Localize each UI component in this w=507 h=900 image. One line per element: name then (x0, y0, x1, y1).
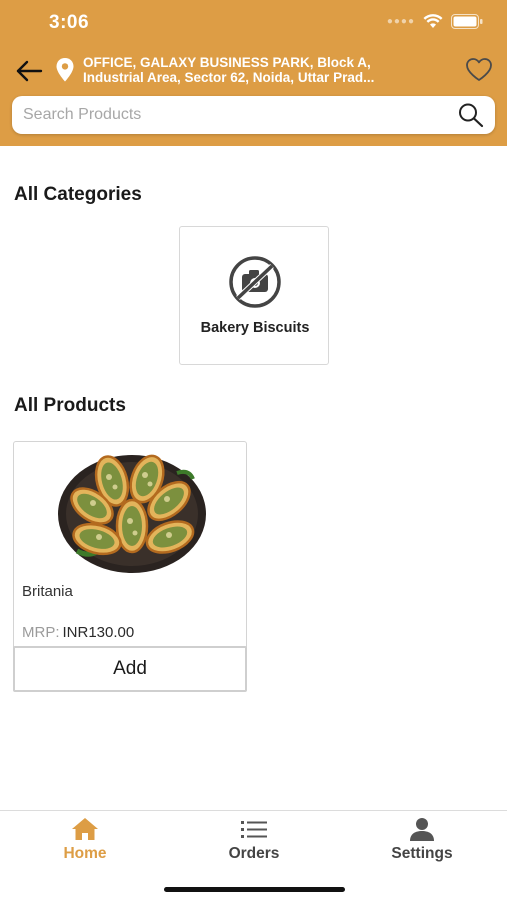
products-title: All Products (14, 395, 126, 416)
category-label: Bakery Biscuits (200, 320, 310, 336)
header: 3:06 ●●●● OFFICE, GALAXY BUSINESS PARK, … (0, 0, 507, 146)
mrp-label: MRP: (22, 624, 60, 641)
nav-home[interactable]: Home (25, 817, 145, 873)
garlic-bread-image (58, 454, 206, 573)
nav-settings[interactable]: Settings (362, 817, 482, 873)
add-to-cart-button[interactable]: Add (13, 646, 247, 692)
heart-icon[interactable] (465, 57, 493, 83)
address-line-1: OFFICE, GALAXY BUSINESS PARK, Block A, (83, 55, 371, 70)
no-photo-icon (229, 256, 281, 308)
address-row[interactable]: OFFICE, GALAXY BUSINESS PARK, Block A, I… (0, 50, 507, 94)
product-price: INR130.00 (62, 624, 135, 641)
location-pin-icon (56, 58, 74, 82)
categories-title: All Categories (14, 184, 142, 205)
search-bar[interactable] (12, 96, 495, 134)
bottom-nav: Home Orders Settings (0, 810, 507, 900)
back-arrow-icon[interactable] (14, 58, 44, 84)
status-bar: 3:06 ●●●● (0, 0, 507, 46)
wifi-icon (423, 14, 443, 28)
price-row: MRP: INR130.00 (22, 624, 134, 641)
list-icon (241, 821, 267, 838)
user-icon (410, 818, 434, 841)
home-indicator (164, 887, 345, 892)
nav-settings-label: Settings (391, 845, 453, 862)
product-card[interactable]: Britania MRP: INR130.00 Add (13, 441, 247, 692)
signal-icon: ●●●● (386, 16, 415, 27)
delivery-address[interactable]: OFFICE, GALAXY BUSINESS PARK, Block A, I… (83, 55, 443, 85)
battery-icon (451, 14, 483, 29)
category-card[interactable]: Bakery Biscuits (179, 226, 329, 365)
status-time: 3:06 (49, 12, 90, 33)
search-input[interactable] (12, 96, 452, 134)
home-icon (72, 818, 98, 840)
address-line-2: Industrial Area, Sector 62, Noida, Uttar… (83, 70, 375, 85)
nav-home-label: Home (63, 845, 107, 862)
status-icons: ●●●● (387, 14, 483, 29)
nav-orders-label: Orders (228, 845, 280, 862)
search-icon[interactable] (457, 102, 485, 128)
nav-orders[interactable]: Orders (194, 817, 314, 873)
product-name: Britania (22, 583, 73, 600)
app-screen: 3:06 ●●●● OFFICE, GALAXY BUSINESS PARK, … (0, 0, 507, 900)
